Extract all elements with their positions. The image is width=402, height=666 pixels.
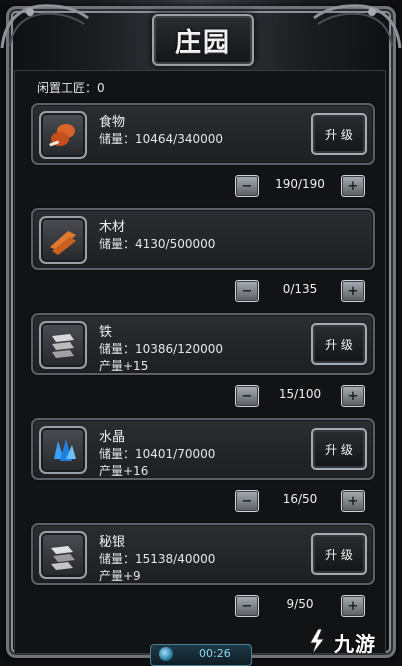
watermark-logo-icon [309,628,325,656]
increase-workers-button[interactable]: + [341,385,365,407]
resource-storage: 储量：10401/70000 [99,447,216,461]
iron-icon [39,321,87,369]
resource-storage: 储量：10386/120000 [99,342,224,356]
title-plate: 庄园 [152,14,254,66]
worker-count: 190/190 [275,177,325,191]
decrease-workers-button[interactable]: − [235,595,259,617]
worker-control-crystal: − 16/50 + [15,490,385,512]
resource-name: 木材 [99,220,126,235]
timer-text: 00:26 [199,647,231,660]
energy-orb-icon [159,647,173,661]
upgrade-button-iron[interactable]: 升 级 [311,323,367,365]
resource-card-mithril: 秘银 储量：15138/40000 产量+9 升 级 [31,523,375,585]
upgrade-button-mithril[interactable]: 升 级 [311,533,367,575]
worker-control-mithril: − 9/50 + [15,595,385,617]
resource-card-crystal: 水晶 储量：10401/70000 产量+16 升 级 [31,418,375,480]
resource-storage: 储量：10464/340000 [99,132,224,146]
worker-control-food: − 190/190 + [15,175,385,197]
mithril-icon [39,531,87,579]
page-title: 庄园 [174,27,231,58]
manor-panel: 闲置工匠：0 食物 储量：10464/340000 升 级 − 190/190 … [14,70,386,654]
resource-card-wood: 木材 储量：4130/500000 [31,208,375,270]
upgrade-button-food[interactable]: 升 级 [311,113,367,155]
corner-ornament-right [313,4,402,49]
resource-card-iron: 铁 储量：10386/120000 产量+15 升 级 [31,313,375,375]
resource-name: 水晶 [99,430,126,445]
resource-card-food: 食物 储量：10464/340000 升 级 [31,103,375,165]
decrease-workers-button[interactable]: − [235,280,259,302]
worker-count: 9/50 [286,597,314,611]
increase-workers-button[interactable]: + [341,175,365,197]
food-icon [39,111,87,159]
watermark: 九游 [304,622,396,662]
resource-production: 产量+15 [99,359,149,373]
resource-name: 铁 [99,325,113,340]
worker-control-iron: − 15/100 + [15,385,385,407]
resource-production: 产量+16 [99,464,149,478]
increase-workers-button[interactable]: + [341,280,365,302]
worker-count: 16/50 [282,492,318,506]
upgrade-button-crystal[interactable]: 升 级 [311,428,367,470]
increase-workers-button[interactable]: + [341,595,365,617]
bottom-timer-bar: 00:26 [150,644,252,666]
resource-storage: 储量：15138/40000 [99,552,216,566]
resource-name: 食物 [99,115,126,130]
corner-ornament-left [0,4,89,49]
worker-control-wood: − 0/135 + [15,280,385,302]
worker-count: 0/135 [282,282,318,296]
resource-name: 秘银 [99,535,126,550]
idle-workers-label: 闲置工匠：0 [37,81,105,95]
decrease-workers-button[interactable]: − [235,385,259,407]
crystal-icon [39,426,87,474]
decrease-workers-button[interactable]: − [235,490,259,512]
increase-workers-button[interactable]: + [341,490,365,512]
watermark-text: 九游 [334,631,376,656]
resource-storage: 储量：4130/500000 [99,237,216,251]
resource-production: 产量+9 [99,569,141,583]
decrease-workers-button[interactable]: − [235,175,259,197]
wood-icon [39,216,87,264]
worker-count: 15/100 [278,387,322,401]
